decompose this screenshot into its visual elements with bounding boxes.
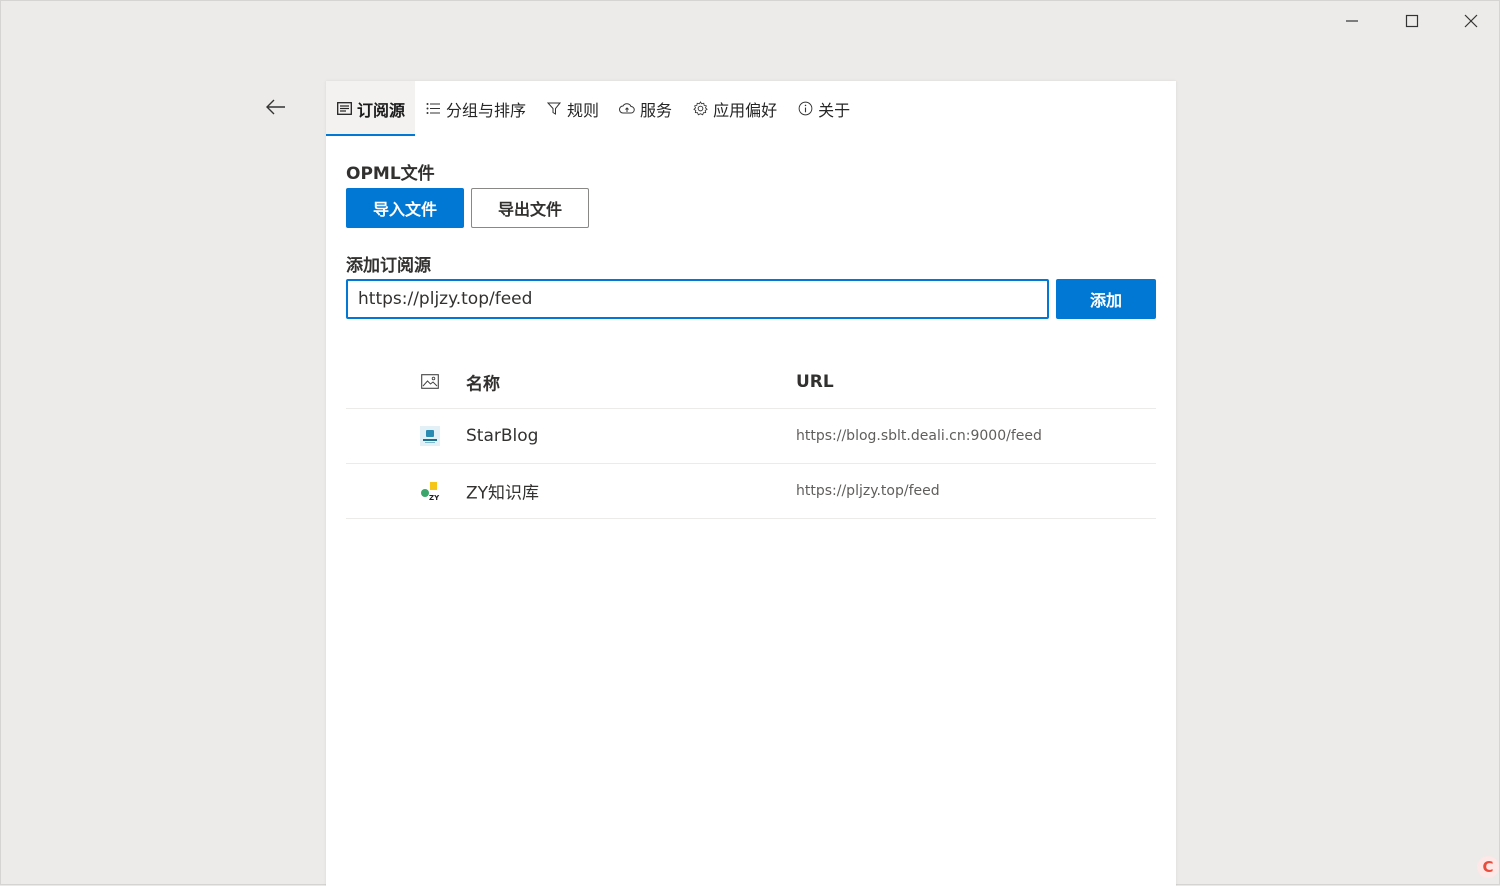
corner-c-icon: C — [1477, 856, 1499, 878]
tab-services-label: 服务 — [640, 100, 673, 120]
opml-section-label: OPML文件 — [346, 164, 435, 184]
import-file-button[interactable]: 导入文件 — [346, 188, 464, 228]
tab-feeds-label: 订阅源 — [357, 100, 406, 120]
feed-icon — [336, 101, 352, 117]
feeds-table: 名称 URL StarBlog https://blog.sblt.deali.… — [346, 355, 1156, 519]
gear-icon — [692, 101, 708, 117]
feed-url-input[interactable] — [346, 279, 1049, 319]
image-icon — [420, 372, 440, 392]
feed-url: https://pljzy.top/feed — [796, 483, 940, 499]
feed-name: ZY知识库 — [466, 483, 540, 504]
column-header-url[interactable]: URL — [796, 372, 834, 392]
filter-icon — [546, 101, 562, 117]
arrow-left-icon — [266, 99, 286, 119]
tab-about[interactable]: 关于 — [787, 81, 860, 136]
tab-preferences-label: 应用偏好 — [713, 100, 778, 120]
tab-rules-label: 规则 — [567, 100, 600, 120]
app-window: 订阅源 分组与排序 规则 服务 应用偏好 关于 OPML文件 导入文件 导出文件… — [0, 0, 1500, 886]
table-row[interactable]: StarBlog https://blog.sblt.deali.cn:9000… — [346, 409, 1156, 464]
add-source-button[interactable]: 添加 — [1056, 279, 1156, 319]
info-icon — [797, 101, 813, 117]
tab-groups[interactable]: 分组与排序 — [415, 81, 536, 136]
minimize-icon — [1345, 14, 1359, 28]
maximize-button[interactable] — [1383, 3, 1441, 39]
close-icon — [1464, 14, 1478, 28]
starblog-favicon-icon — [420, 426, 440, 446]
tab-rules[interactable]: 规则 — [536, 81, 609, 136]
table-row[interactable]: ZY ZY知识库 https://pljzy.top/feed — [346, 464, 1156, 519]
settings-panel: 订阅源 分组与排序 规则 服务 应用偏好 关于 OPML文件 导入文件 导出文件… — [326, 81, 1176, 886]
cloud-sync-icon — [619, 101, 635, 117]
back-button[interactable] — [257, 91, 295, 127]
feed-name: StarBlog — [466, 426, 539, 446]
tab-groups-label: 分组与排序 — [446, 100, 527, 120]
close-button[interactable] — [1442, 3, 1500, 39]
tab-services[interactable]: 服务 — [609, 81, 682, 136]
feed-url: https://blog.sblt.deali.cn:9000/feed — [796, 428, 1042, 444]
tab-feeds[interactable]: 订阅源 — [326, 81, 416, 136]
tab-bar: 订阅源 分组与排序 规则 服务 应用偏好 关于 — [326, 81, 860, 136]
add-source-label: 添加订阅源 — [346, 256, 431, 276]
maximize-icon — [1405, 14, 1419, 28]
tab-about-label: 关于 — [818, 100, 851, 120]
tab-preferences[interactable]: 应用偏好 — [682, 81, 787, 136]
column-header-name[interactable]: 名称 — [466, 369, 500, 394]
list-icon — [425, 101, 441, 117]
minimize-button[interactable] — [1323, 3, 1381, 39]
svg-text:ZY: ZY — [429, 494, 440, 501]
zy-favicon-icon: ZY — [420, 481, 440, 501]
table-header: 名称 URL — [346, 355, 1156, 409]
export-file-button[interactable]: 导出文件 — [471, 188, 589, 228]
